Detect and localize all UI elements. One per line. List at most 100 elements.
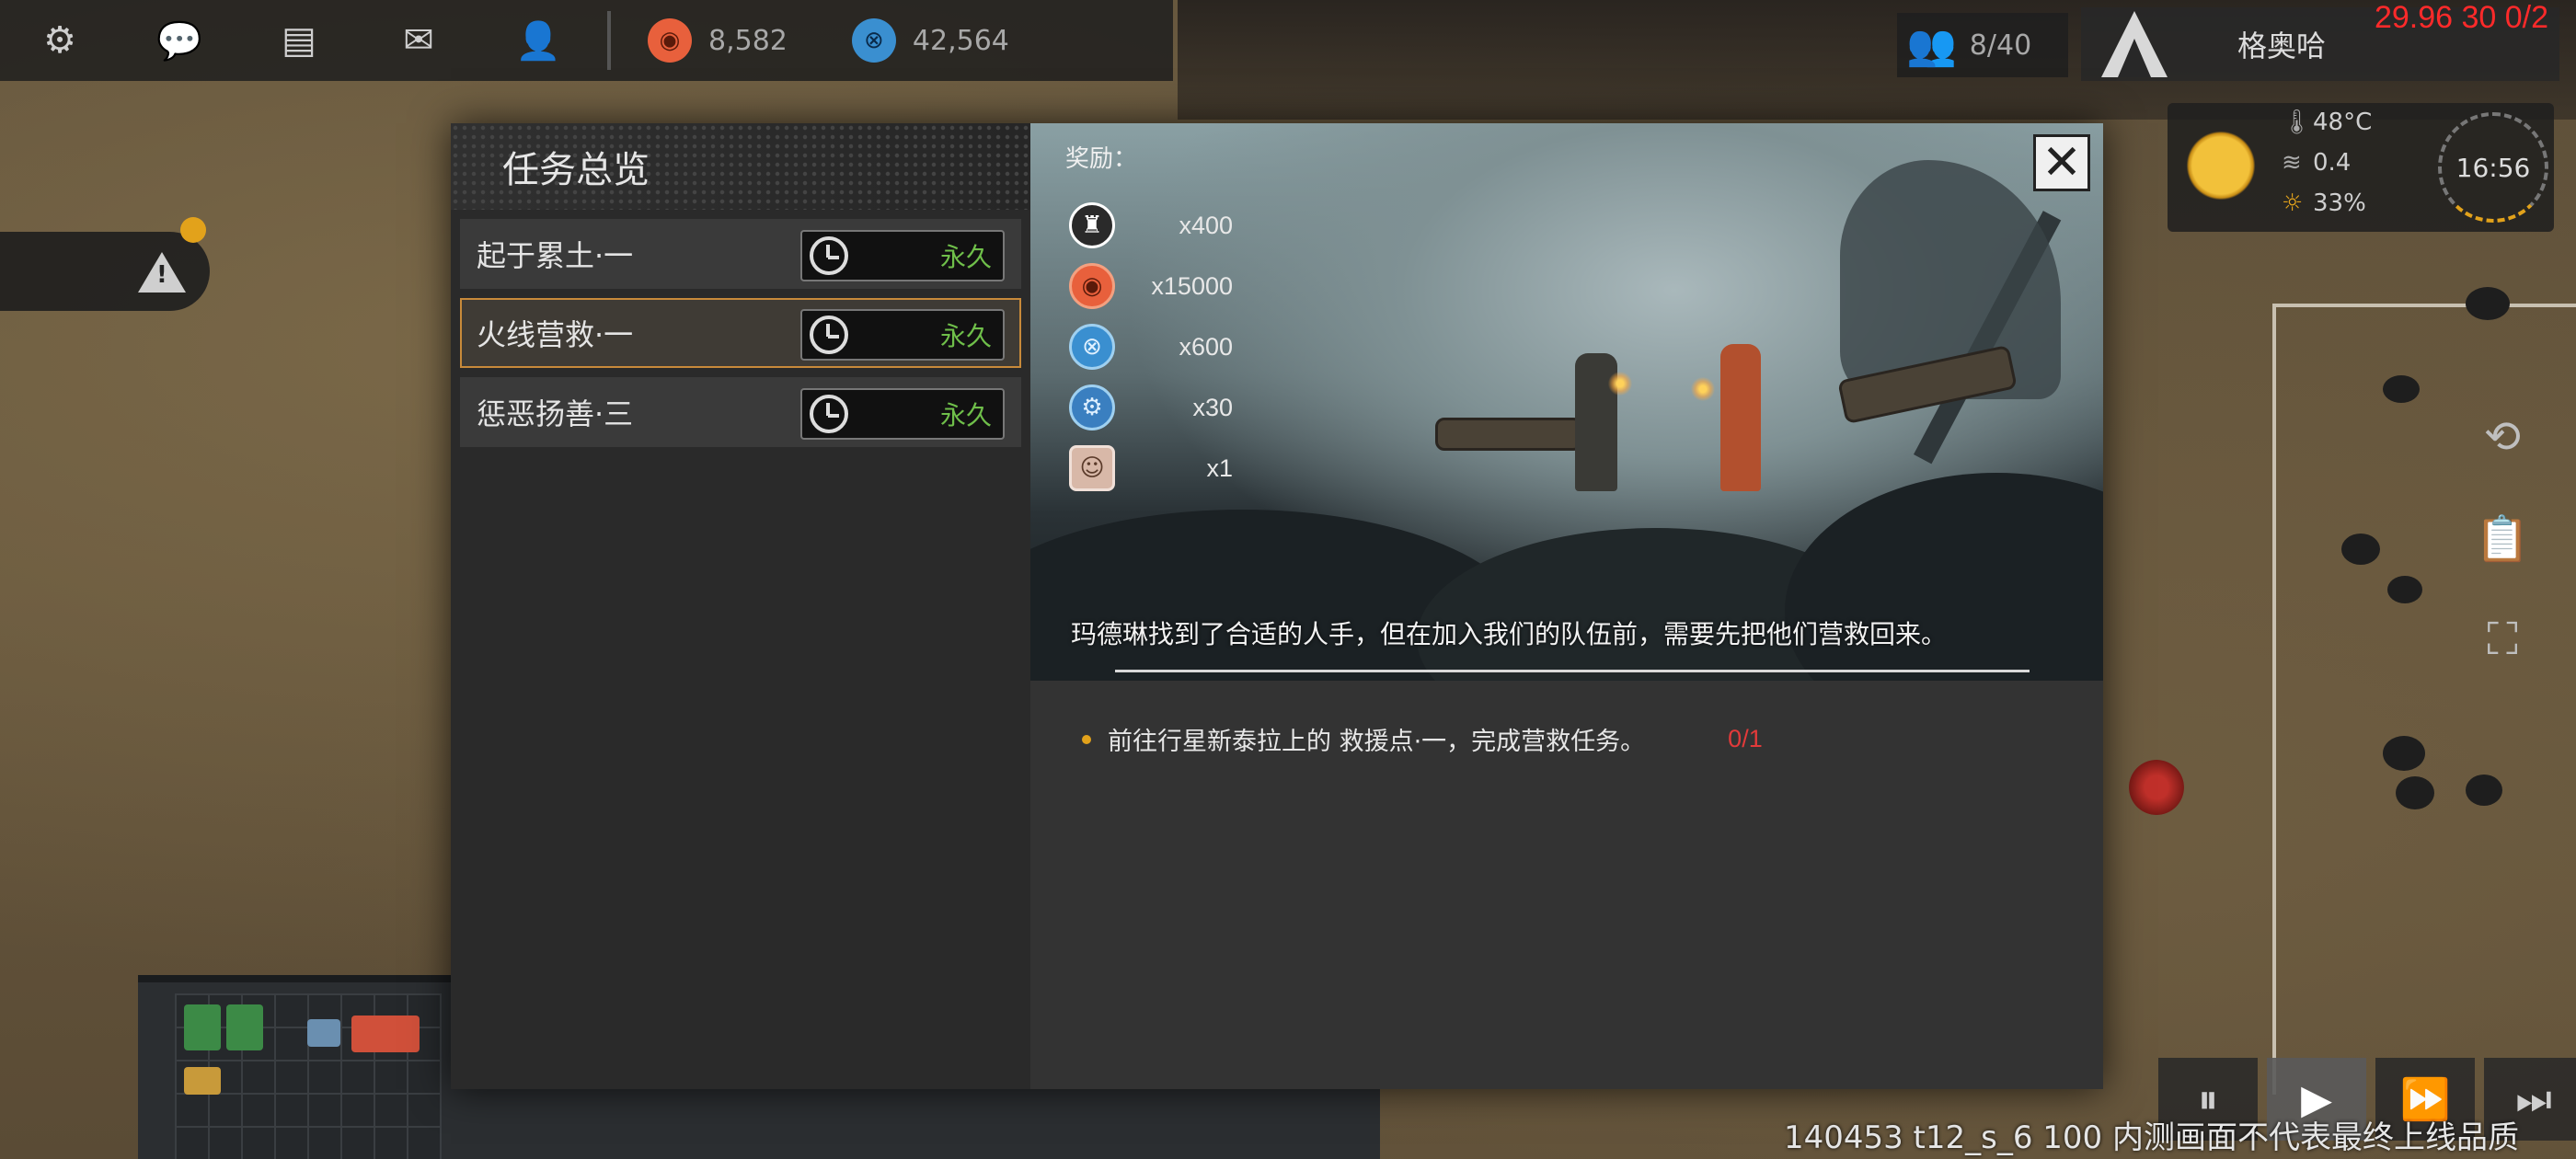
quest-list-panel: 任务总览 起于累土·一 永久 火线营救·一 永久 惩恶扬善·三 永久 — [451, 123, 1030, 1089]
reward-list: ♜ x400 ◉ x15000 ⊗ x600 ⚙ x30 ☺ x1 — [1069, 195, 1233, 499]
generator[interactable] — [184, 1004, 221, 1050]
hostile-creature[interactable] — [2129, 760, 2184, 815]
humidity-value: 33% — [2313, 189, 2366, 217]
population-counter[interactable]: 👥 8/40 — [1897, 13, 2068, 77]
rock — [2396, 776, 2434, 809]
thermometer-icon: 🌡 — [2282, 109, 2313, 136]
top-hud-bar: ⚙ 💬 ▤ ✉ 👤 ◉ 8,582 ⊗ 42,564 — [0, 0, 1173, 81]
temperature-row: 🌡 48°C — [2282, 109, 2372, 136]
clipboard-icon[interactable]: 📋 — [2475, 488, 2530, 589]
reward-amount: x600 — [1179, 332, 1233, 361]
wind-icon: ≋ — [2282, 149, 2302, 177]
cube-rotate-icon[interactable]: ⟲ — [2475, 386, 2530, 488]
quest-detail-panel: 奖励： ♜ x400 ◉ x15000 ⊗ x600 ⚙ x30 ☺ x1 玛德… — [1030, 123, 2103, 1089]
rock — [2387, 576, 2422, 603]
faction-logo-icon — [2081, 7, 2182, 81]
crashed-vehicle — [1435, 418, 1582, 451]
battery[interactable] — [184, 1067, 221, 1095]
bullet-icon — [1082, 734, 1091, 744]
reward-item[interactable]: ◉ x15000 — [1069, 256, 1233, 316]
dialog-title: 任务总览 — [451, 123, 1030, 210]
reward-item[interactable]: ♜ x400 — [1069, 195, 1233, 256]
close-icon: ✕ — [2041, 135, 2082, 190]
close-button[interactable]: ✕ — [2033, 134, 2090, 191]
resource-crystal[interactable]: ⊗ 42,564 — [851, 18, 1009, 63]
survivor-figure — [1575, 353, 1617, 491]
clock-icon — [810, 395, 848, 433]
hud-divider — [607, 11, 611, 70]
base-fence — [2272, 304, 2576, 1095]
quest-name: 火线营救·一 — [477, 317, 634, 352]
wind-row: ≋ 0.4 — [2282, 149, 2351, 177]
quest-duration: 永久 — [939, 242, 992, 272]
light-icon: ☼ — [2282, 189, 2304, 217]
notification-dot — [180, 217, 206, 243]
rock — [2341, 534, 2380, 565]
humidity-row: ☼ 33% — [2282, 189, 2366, 217]
reward-item[interactable]: ⚙ x30 — [1069, 377, 1233, 438]
resource-cat-coin[interactable]: ◉ 8,582 — [648, 18, 788, 63]
rock — [2383, 375, 2420, 403]
people-icon: 👥 — [1906, 22, 1957, 69]
weather-panel[interactable]: 🌡 48°C ≋ 0.4 ☼ 33% 16:56 — [2168, 103, 2554, 232]
quest-item-selected[interactable]: 火线营救·一 永久 — [460, 298, 1021, 368]
quest-duration: 永久 — [939, 400, 992, 430]
resource-value: 8,582 — [708, 24, 788, 57]
wind-value: 0.4 — [2313, 149, 2352, 177]
blue-crystal-coin-icon: ⊗ — [1069, 324, 1115, 370]
orange-cat-coin-icon: ◉ — [648, 18, 692, 63]
population-value: 8/40 — [1969, 29, 2032, 62]
storage-unit[interactable] — [351, 1016, 420, 1052]
alert-button[interactable]: ! — [0, 232, 210, 311]
console[interactable] — [307, 1019, 340, 1047]
quest-item[interactable]: 惩恶扬善·三 永久 — [460, 377, 1021, 447]
survivor-figure — [1720, 344, 1761, 491]
objective-text: 前往行星新泰拉上的 救援点·一，完成营救任务。 — [1108, 728, 1646, 756]
quest-item[interactable]: 起于累土·一 永久 — [460, 219, 1021, 289]
debug-fps: 29.96 30 0/2 — [2374, 0, 2548, 35]
blue-crystal-coin-icon: ⊗ — [851, 18, 896, 63]
quest-objective: 前往行星新泰拉上的 救援点·一，完成营救任务。 0/1 — [1082, 721, 1763, 757]
reward-amount: x400 — [1179, 211, 1233, 239]
caption-divider — [1115, 670, 2030, 672]
rock — [2466, 775, 2502, 806]
side-toolbar: ⟲ 📋 ⛶ — [2475, 386, 2530, 690]
survivor-portrait-icon: ☺ — [1069, 445, 1115, 491]
quest-description: 玛德琳找到了合适的人手，但在加入我们的队伍前，需要先把他们营救回来。 — [1071, 619, 1948, 649]
rock — [2466, 287, 2510, 320]
reward-label: 奖励： — [1065, 145, 1138, 173]
mailbox-icon[interactable]: ▤ — [239, 0, 359, 81]
generator[interactable] — [226, 1004, 263, 1050]
quest-duration-badge: 永久 — [800, 388, 1005, 440]
objective-progress: 0/1 — [1728, 725, 1763, 752]
reward-amount: x1 — [1206, 453, 1233, 482]
quest-name: 起于累土·一 — [477, 238, 634, 273]
player-name: 格奥哈 — [2237, 29, 2327, 63]
temperature-value: 48°C — [2313, 109, 2373, 136]
game-clock[interactable]: 16:56 — [2438, 112, 2548, 223]
sun-icon — [2184, 129, 2258, 202]
quest-name: 惩恶扬善·三 — [477, 396, 634, 431]
reward-item[interactable]: ⊗ x600 — [1069, 316, 1233, 377]
warning-icon: ! — [138, 252, 186, 293]
reward-amount: x30 — [1192, 393, 1233, 421]
gear-icon[interactable]: ⚙ — [0, 0, 120, 81]
resource-value: 42,564 — [912, 24, 1009, 57]
reward-item[interactable]: ☺ x1 — [1069, 438, 1233, 499]
quest-duration-badge: 永久 — [800, 309, 1005, 361]
torch-glow — [1608, 372, 1632, 396]
tower-token-icon: ♜ — [1069, 202, 1115, 248]
quest-duration: 永久 — [939, 321, 992, 351]
orange-cat-coin-icon: ◉ — [1069, 263, 1115, 309]
contacts-icon[interactable]: 👤 — [478, 0, 598, 81]
scan-icon[interactable]: ⛶ — [2475, 589, 2530, 690]
quest-duration-badge: 永久 — [800, 230, 1005, 281]
clock-icon — [810, 236, 848, 275]
build-watermark: 140453 t12_s_6 100 内测画面不代表最终上线品质 — [1783, 1119, 2519, 1156]
mail-icon[interactable]: ✉ — [359, 0, 478, 81]
blue-gear-token-icon: ⚙ — [1069, 384, 1115, 430]
clock-icon — [810, 316, 848, 354]
chat-icon[interactable]: 💬 — [120, 0, 239, 81]
quest-illustration: 奖励： ♜ x400 ◉ x15000 ⊗ x600 ⚙ x30 ☺ x1 玛德… — [1030, 123, 2103, 681]
torch-glow — [1691, 377, 1715, 401]
